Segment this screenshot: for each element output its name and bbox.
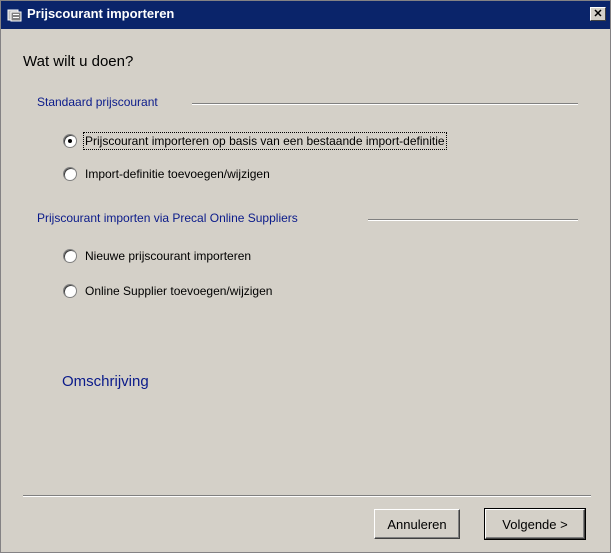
window-title: Prijscourant importeren [27, 6, 175, 21]
radio-option-import-existing[interactable]: Prijscourant importeren op basis van een… [63, 132, 447, 150]
description-label: Omschrijving [62, 373, 149, 390]
close-icon: ✕ [593, 8, 603, 20]
radio-button[interactable] [63, 284, 77, 298]
radio-button[interactable] [63, 167, 77, 181]
app-icon [7, 9, 22, 22]
question-label: Wat wilt u doen? [23, 53, 134, 70]
radio-button[interactable] [63, 134, 77, 148]
group-label-online-suppliers: Prijscourant importen via Precal Online … [37, 211, 300, 225]
button-separator [23, 495, 591, 497]
group-label-standaard: Standaard prijscourant [37, 95, 160, 109]
radio-option-definition-edit[interactable]: Import-definitie toevoegen/wijzigen [63, 165, 270, 183]
radio-option-supplier-edit[interactable]: Online Supplier toevoegen/wijzigen [63, 282, 272, 300]
title-bar[interactable]: Prijscourant importeren ✕ [1, 1, 610, 29]
import-dialog: Prijscourant importeren ✕ Wat wilt u doe… [0, 0, 611, 553]
radio-label: Nieuwe prijscourant importeren [85, 249, 252, 263]
radio-option-new-pricelist[interactable]: Nieuwe prijscourant importeren [63, 247, 251, 265]
next-button[interactable]: Volgende > [484, 508, 586, 540]
close-button[interactable]: ✕ [590, 7, 606, 21]
group-separator [192, 103, 578, 105]
group-separator [368, 219, 578, 221]
radio-label: Online Supplier toevoegen/wijzigen [85, 284, 273, 298]
radio-label: Prijscourant importeren op basis van een… [83, 132, 447, 150]
dialog-content: Wat wilt u doen? Standaard prijscourant … [2, 29, 609, 552]
radio-button[interactable] [63, 249, 77, 263]
cancel-button[interactable]: Annuleren [374, 509, 460, 539]
radio-label: Import-definitie toevoegen/wijzigen [85, 167, 270, 181]
